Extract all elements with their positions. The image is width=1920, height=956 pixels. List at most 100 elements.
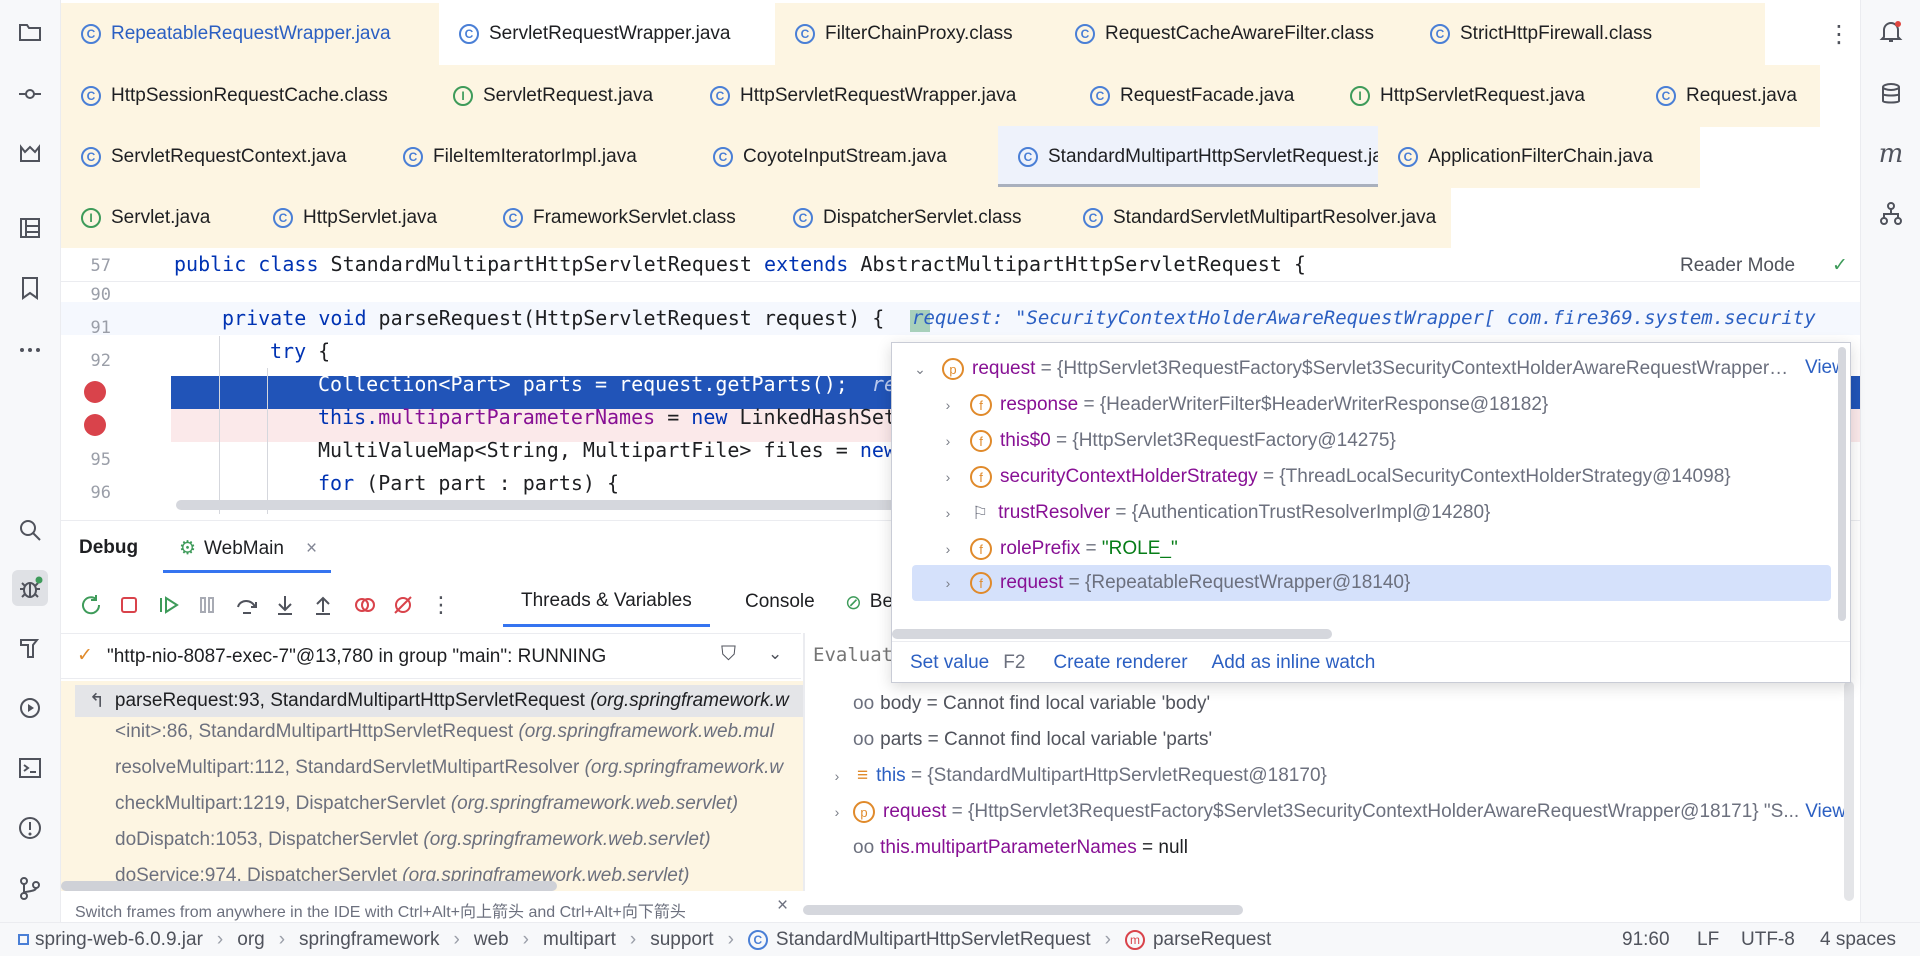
pause-icon[interactable] [193, 591, 221, 619]
tab-requestcacheawarefilter[interactable]: C RequestCacheAwareFilter.class [1055, 3, 1410, 65]
tab-httpservletrequestwrapper[interactable]: C HttpServletRequestWrapper.java [690, 65, 1070, 127]
chevron-right-icon[interactable]: › [940, 433, 956, 449]
debug-bug-icon[interactable] [12, 570, 48, 606]
more-vertical-icon[interactable]: ⋮ [1827, 20, 1851, 49]
watch-row[interactable]: oo parts = Cannot find local variable 'pa… [853, 729, 1212, 751]
structure-tree-icon[interactable] [1873, 196, 1909, 232]
tab-servletrequestwrapper[interactable]: C ServletRequestWrapper.java [439, 3, 775, 65]
watch-row[interactable]: oo this.multipartParameterNames = null [853, 837, 1188, 859]
frame-row[interactable]: checkMultipart:1219, DispatcherServlet (… [115, 793, 738, 815]
tab-coyoteinputstream[interactable]: C CoyoteInputStream.java [693, 126, 998, 188]
line-separator[interactable]: LF [1697, 929, 1719, 951]
crumb-item[interactable]: support [650, 929, 713, 951]
step-out-icon[interactable] [309, 591, 337, 619]
variables-scrollbar[interactable] [803, 905, 1243, 915]
more-vertical-icon[interactable]: ⋮ [427, 591, 455, 619]
close-session-icon[interactable]: × [306, 538, 317, 560]
chevron-right-icon[interactable]: › [829, 804, 845, 820]
pull-requests-icon[interactable] [12, 136, 48, 172]
view-breakpoints-icon[interactable] [351, 591, 379, 619]
popup-vertical-scrollbar[interactable] [1838, 347, 1846, 621]
terminal-icon[interactable] [12, 750, 48, 786]
crumb-item[interactable]: spring-web-6.0.9.jar [35, 929, 203, 951]
variables-vertical-scrollbar[interactable] [1844, 681, 1854, 901]
tab-fileitemiteratorimpl[interactable]: C FileItemIteratorImpl.java [383, 126, 693, 188]
frame-row-selected[interactable]: ↰ parseRequest:93, StandardMultipartHttp… [75, 685, 803, 717]
tab-httpservletrequest[interactable]: I HttpServletRequest.java [1330, 65, 1636, 127]
tab-standardservletmultipartresolver[interactable]: C StandardServletMultipartResolver.java [1063, 187, 1451, 249]
database-icon[interactable] [1873, 76, 1909, 112]
close-hint-icon[interactable]: × [777, 895, 788, 917]
filter-icon[interactable]: ⛉ [721, 643, 736, 666]
rerun-icon[interactable] [77, 591, 105, 619]
chevron-right-icon[interactable]: › [940, 469, 956, 485]
add-inline-watch-link[interactable]: Add as inline watch [1212, 652, 1376, 674]
crumb-item[interactable]: parseRequest [1153, 929, 1271, 951]
editor-horizontal-scrollbar[interactable] [176, 500, 956, 510]
bookmarks-icon[interactable] [12, 270, 48, 306]
popup-child-trustresolver[interactable]: › ⚐ trustResolver = {AuthenticationTrust… [940, 495, 1491, 531]
popup-child-response[interactable]: › f response = {HeaderWriterFilter$Heade… [940, 387, 1548, 423]
popup-root-request[interactable]: ⌄ p request = {HttpServlet3RequestFactor… [912, 351, 1788, 387]
commit-icon[interactable] [12, 76, 48, 112]
chevron-right-icon[interactable]: › [940, 575, 956, 591]
view-link[interactable]: View [1805, 801, 1846, 823]
chevron-right-icon[interactable]: › [940, 397, 956, 413]
notifications-bell-icon[interactable] [1873, 14, 1909, 50]
tab-httpsessionrequestcache[interactable]: C HttpSessionRequestCache.class [61, 65, 433, 127]
file-encoding[interactable]: UTF-8 [1741, 929, 1795, 951]
chevron-down-icon[interactable]: ⌄ [768, 644, 782, 664]
chevron-right-icon[interactable]: › [940, 541, 956, 557]
breakpoint-icon[interactable] [84, 381, 106, 403]
crumb-item[interactable]: org [237, 929, 264, 951]
tab-standardmultiparthttpservletrequest[interactable]: C StandardMultipartHttpServletRequest.jav… [998, 126, 1429, 188]
tab-dispatcherservlet[interactable]: C DispatcherServlet.class [773, 187, 1063, 249]
chevron-down-icon[interactable]: ⌄ [912, 361, 928, 378]
problems-icon[interactable] [12, 810, 48, 846]
crumb-item[interactable]: springframework [299, 929, 439, 951]
tab-servlet[interactable]: I Servlet.java [61, 187, 253, 249]
step-over-icon[interactable] [233, 591, 261, 619]
tab-applicationfilterchain[interactable]: C ApplicationFilterChain.java [1378, 126, 1700, 188]
frame-row[interactable]: resolveMultipart:112, StandardServletMul… [115, 757, 783, 779]
create-renderer-link[interactable]: Create renderer [1053, 652, 1187, 674]
variable-row-this[interactable]: › ≡ this = {StandardMultipartHttpServlet… [829, 765, 1327, 787]
tab-requestfacade[interactable]: C RequestFacade.java [1070, 65, 1330, 127]
frames-scrollbar[interactable] [61, 881, 557, 891]
tab-servletrequest[interactable]: I ServletRequest.java [433, 65, 690, 127]
variable-row-request[interactable]: › p request = {HttpServlet3RequestFactor… [829, 801, 1846, 823]
crumb-item[interactable]: web [474, 929, 509, 951]
tab-servletrequestcontext[interactable]: C ServletRequestContext.java [61, 126, 383, 188]
reader-mode-button[interactable]: Reader Mode [1680, 255, 1795, 277]
tab-stricthttpfirewall[interactable]: C StrictHttpFirewall.class [1410, 3, 1765, 65]
frame-row[interactable]: <init>:86, StandardMultipartHttpServletR… [115, 721, 774, 743]
tab-request[interactable]: C Request.java [1636, 65, 1820, 127]
popup-child-roleprefix[interactable]: › f rolePrefix = "ROLE_" [940, 531, 1178, 567]
indent-setting[interactable]: 4 spaces [1820, 929, 1896, 951]
version-control-icon[interactable] [12, 870, 48, 906]
tab-httpservlet[interactable]: C HttpServlet.java [253, 187, 483, 249]
build-hammer-icon[interactable] [12, 630, 48, 666]
crumb-item[interactable]: StandardMultipartHttpServletRequest [776, 929, 1091, 951]
more-tools-icon[interactable] [12, 332, 48, 368]
tab-repeatablerequestwrapper[interactable]: C RepeatableRequestWrapper.java [61, 3, 439, 65]
structure-icon[interactable] [12, 210, 48, 246]
set-value-link[interactable]: Set value [910, 652, 989, 674]
frame-row[interactable]: doDispatch:1053, DispatcherServlet (org.… [115, 829, 711, 851]
popup-child-this0[interactable]: › f this$0 = {HttpServlet3RequestFactory… [940, 423, 1396, 459]
maven-icon[interactable]: m [1873, 136, 1909, 172]
mute-breakpoints-icon[interactable] [389, 591, 417, 619]
popup-horizontal-scrollbar[interactable] [892, 629, 1332, 639]
crumb-item[interactable]: multipart [543, 929, 616, 951]
thread-selector[interactable]: ✓ "http-nio-8087-exec-7"@13,780 in group… [61, 633, 801, 679]
tab-filterchainproxy[interactable]: C FilterChainProxy.class [775, 3, 1055, 65]
tab-threads-variables[interactable]: Threads & Variables [503, 577, 710, 627]
popup-child-securitycontextholderstrategy[interactable]: › f securityContextHolderStrategy = {Thr… [940, 459, 1731, 495]
stop-icon[interactable] [115, 591, 143, 619]
chevron-right-icon[interactable]: › [829, 768, 845, 784]
breakpoint-icon[interactable] [84, 414, 106, 436]
tab-frameworkservlet[interactable]: C FrameworkServlet.class [483, 187, 773, 249]
session-tab-webmain[interactable]: ⚙ WebMain × [163, 527, 332, 573]
tab-console[interactable]: Console [731, 577, 829, 627]
search-icon[interactable] [12, 512, 48, 548]
